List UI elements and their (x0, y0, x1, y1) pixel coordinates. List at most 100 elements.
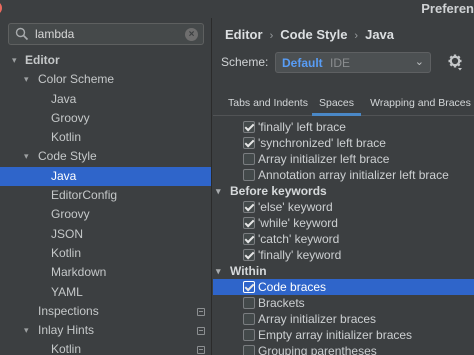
tree-item-markdown[interactable]: Markdown (0, 263, 211, 282)
settings-sidebar: × ▾Editor▾Color SchemeJavaGroovyKotlin▾C… (0, 18, 212, 355)
tree-item-label: Editor (25, 53, 60, 67)
tab-bar: Tabs and Indents Spaces Wrapping and Bra… (213, 93, 474, 116)
breadcrumb-item[interactable]: Editor (225, 27, 263, 42)
tree-item-label: Kotlin (51, 245, 82, 260)
tree-item-label: YAML (51, 284, 83, 299)
setting-checkbox[interactable] (243, 281, 255, 293)
setting-row[interactable]: Array initializer left brace (213, 151, 474, 167)
group-header[interactable]: ▾ Before keywords (213, 183, 474, 199)
setting-label: Code braces (258, 280, 327, 294)
tree-item-label: Inlay Hints (38, 323, 95, 338)
setting-label: Empty array initializer braces (258, 328, 413, 342)
tree-item-label: Markdown (51, 265, 107, 280)
group-header[interactable]: ▾ Within (213, 263, 474, 279)
tree-item-inlay-hints[interactable]: ▾ Inlay Hints (0, 321, 211, 340)
search-box[interactable]: × (8, 23, 204, 45)
setting-checkbox[interactable] (243, 313, 255, 325)
tree-item-label: Inspections (38, 303, 99, 318)
setting-row[interactable]: Brackets (213, 295, 474, 311)
chevron-down-icon: ⌄ (414, 56, 424, 68)
setting-checkbox[interactable] (243, 217, 255, 229)
setting-checkbox[interactable] (243, 201, 255, 213)
breadcrumb-item[interactable]: Code Style (280, 27, 347, 42)
tree-item-yaml[interactable]: YAML (0, 283, 211, 302)
tree-item-java[interactable]: Java (0, 90, 211, 109)
tree-item-label: Groovy (51, 110, 90, 125)
tree-item-label: Kotlin (51, 130, 82, 145)
chevron-down-icon[interactable]: ▾ (216, 263, 221, 279)
setting-row[interactable]: Grouping parentheses (213, 343, 474, 355)
tree-item-groovy[interactable]: Groovy (0, 205, 211, 224)
setting-row[interactable]: Annotation array initializer left brace (213, 167, 474, 183)
close-window-button[interactable] (0, 1, 2, 15)
setting-row[interactable]: Array initializer braces (213, 311, 474, 327)
setting-checkbox[interactable] (243, 153, 255, 165)
breadcrumb-separator-icon: › (269, 30, 274, 42)
breadcrumb-item[interactable]: Java (365, 27, 394, 42)
setting-row[interactable]: 'while' keyword (213, 215, 474, 231)
tree-item-label: EditorConfig (51, 188, 118, 203)
tree-item-inspections[interactable]: Inspections (0, 302, 211, 321)
tree-item-java[interactable]: Java (0, 166, 211, 187)
setting-checkbox[interactable] (243, 345, 255, 355)
group-label: Before keywords (230, 184, 327, 198)
scheme-value: Default (282, 56, 323, 70)
setting-label: Brackets (258, 296, 305, 310)
tab-wrapping-and-braces[interactable]: Wrapping and Braces (368, 97, 473, 116)
window-title: Preferen (421, 1, 474, 16)
setting-checkbox[interactable] (243, 233, 255, 245)
scheme-dropdown[interactable]: Default IDE ⌄ (275, 52, 431, 73)
setting-checkbox[interactable] (243, 249, 255, 261)
setting-checkbox[interactable] (243, 137, 255, 149)
project-settings-icon (197, 327, 205, 336)
setting-row[interactable]: 'else' keyword (213, 199, 474, 215)
tab-tabs-and-indents[interactable]: Tabs and Indents (228, 97, 308, 116)
group-label: Within (230, 264, 267, 278)
setting-row[interactable]: Empty array initializer braces (213, 327, 474, 343)
tree-item-editor[interactable]: ▾ Editor (0, 51, 211, 70)
setting-label: 'else' keyword (258, 200, 333, 214)
tree-item-label: JSON (51, 226, 84, 241)
tree-item-label: Code Style (38, 149, 97, 164)
project-settings-icon (197, 307, 205, 316)
setting-row[interactable]: Code braces (213, 279, 474, 295)
setting-label: 'finally' left brace (258, 120, 346, 134)
tree-item-kotlin[interactable]: Kotlin (0, 340, 211, 355)
chevron-down-icon[interactable]: ▾ (12, 51, 22, 70)
tree-item-code-style[interactable]: ▾ Code Style (0, 147, 211, 166)
tab-spaces[interactable]: Spaces (312, 97, 361, 116)
spaces-settings-list: 'finally' left brace 'synchronized' left … (213, 119, 474, 355)
chevron-down-icon[interactable]: ▾ (24, 147, 34, 166)
setting-row[interactable]: 'finally' keyword (213, 247, 474, 263)
setting-row[interactable]: 'synchronized' left brace (213, 135, 474, 151)
tree-item-kotlin[interactable]: Kotlin (0, 128, 211, 147)
title-bar: Preferen (0, 0, 474, 18)
project-settings-icon (197, 346, 205, 355)
search-input[interactable] (35, 26, 185, 42)
gear-icon[interactable] (447, 53, 463, 74)
tree-item-color-scheme[interactable]: ▾ Color Scheme (0, 70, 211, 89)
setting-checkbox[interactable] (243, 329, 255, 341)
breadcrumb-separator-icon: › (354, 30, 359, 42)
tree-item-editorconfig[interactable]: EditorConfig (0, 186, 211, 205)
setting-row[interactable]: 'catch' keyword (213, 231, 474, 247)
clear-search-icon[interactable]: × (185, 28, 198, 41)
setting-label: 'synchronized' left brace (258, 136, 386, 150)
tree-item-label: Java (51, 91, 77, 106)
scheme-sub: IDE (330, 56, 351, 70)
scheme-row: Scheme: Default IDE ⌄ (221, 52, 474, 74)
setting-label: 'finally' keyword (258, 248, 342, 262)
chevron-down-icon[interactable]: ▾ (216, 183, 221, 199)
setting-checkbox[interactable] (243, 297, 255, 309)
chevron-down-icon[interactable]: ▾ (24, 321, 34, 340)
setting-label: Grouping parentheses (258, 344, 377, 355)
setting-label: Array initializer braces (258, 312, 377, 326)
tree-item-json[interactable]: JSON (0, 225, 211, 244)
tree-item-kotlin[interactable]: Kotlin (0, 244, 211, 263)
tree-item-groovy[interactable]: Groovy (0, 109, 211, 128)
setting-row[interactable]: 'finally' left brace (213, 119, 474, 135)
tree-item-label: Kotlin (51, 342, 82, 355)
setting-checkbox[interactable] (243, 121, 255, 133)
setting-checkbox[interactable] (243, 169, 255, 181)
chevron-down-icon[interactable]: ▾ (24, 70, 34, 89)
